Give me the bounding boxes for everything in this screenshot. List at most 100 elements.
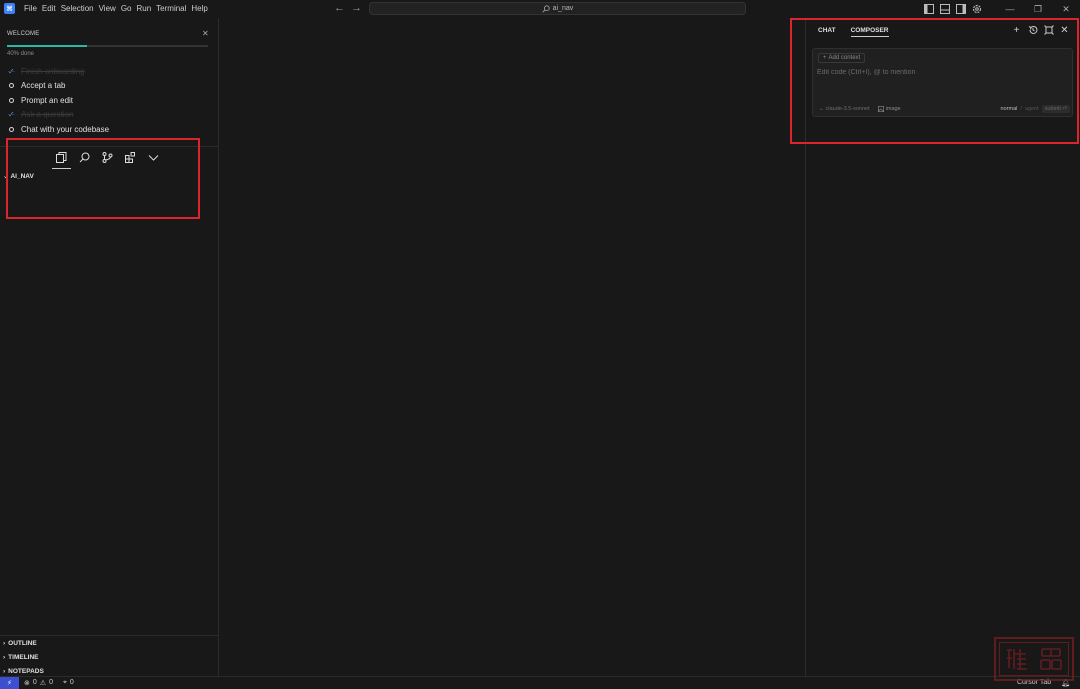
add-context-label: Add context xyxy=(828,55,861,61)
checklist-item-label: Ask a question xyxy=(21,110,74,120)
more-views-tab[interactable] xyxy=(147,151,160,164)
menu-edit[interactable]: Edit xyxy=(42,3,61,15)
explorer-folder-header[interactable]: ⌄ AI_NAV xyxy=(3,172,34,181)
menu-selection[interactable]: Selection xyxy=(61,3,99,15)
image-button[interactable]: image xyxy=(877,106,901,112)
section-label: OUTLINE xyxy=(8,639,37,647)
activity-bar xyxy=(52,151,160,169)
mode-normal[interactable]: normal xyxy=(1001,106,1018,112)
plus-icon: + xyxy=(823,55,827,61)
explorer-tab[interactable] xyxy=(52,151,71,169)
plus-icon[interactable]: + xyxy=(1011,24,1022,36)
checklist-item[interactable]: Accept a tab xyxy=(8,79,109,94)
explorer-sections: › OUTLINE › TIMELINE › NOTEPADS xyxy=(3,636,44,678)
close-window-icon[interactable]: ✕ xyxy=(1052,0,1080,18)
menu-run[interactable]: Run xyxy=(136,3,156,15)
image-icon xyxy=(877,106,884,112)
layout-controls xyxy=(924,4,982,14)
warning-icon: ⚠ xyxy=(39,679,47,687)
submit-button[interactable]: submit ⏎ xyxy=(1041,105,1070,113)
command-center[interactable]: ai_nav xyxy=(369,2,746,15)
progress-text: 40% done xyxy=(7,51,35,57)
image-label: image xyxy=(885,106,901,112)
checklist-item[interactable]: ✓ Finish onboarding xyxy=(8,64,109,79)
maximize-icon[interactable] xyxy=(1043,24,1054,36)
model-dropdown[interactable]: ⌄ claude-3.5-sonnet xyxy=(819,106,870,112)
gear-icon[interactable] xyxy=(972,4,982,14)
ports-count: 0 xyxy=(69,679,74,686)
warning-count: 0 xyxy=(49,679,53,686)
history-icon[interactable] xyxy=(1027,24,1038,36)
composer-input[interactable] xyxy=(817,69,1067,76)
section-outline[interactable]: › OUTLINE xyxy=(3,636,44,650)
close-icon[interactable]: ✕ xyxy=(1059,24,1070,36)
chevron-right-icon: › xyxy=(3,653,6,661)
composer-box: + Add context ⌄ claude-3.5-sonnet image … xyxy=(812,48,1073,117)
model-name: claude-3.5-sonnet xyxy=(825,106,870,112)
menu-file[interactable]: File xyxy=(24,3,42,15)
composer-footer: ⌄ claude-3.5-sonnet image normal / agent… xyxy=(819,105,1070,113)
circle-icon xyxy=(9,83,14,89)
section-label: NOTEPADS xyxy=(8,667,44,675)
check-icon: ✓ xyxy=(8,110,15,120)
remote-icon[interactable]: ⚡ xyxy=(0,676,19,689)
tab-chat[interactable]: CHAT xyxy=(818,27,836,37)
section-timeline[interactable]: › TIMELINE xyxy=(3,650,44,664)
app-logo-icon: ⌘ xyxy=(4,3,15,14)
ports-icon: ⌖ xyxy=(62,678,67,686)
search-icon xyxy=(79,152,90,163)
forward-arrow-icon[interactable]: → xyxy=(351,2,362,15)
checklist-item[interactable]: Chat with your codebase xyxy=(8,122,109,137)
checklist-item[interactable]: ✓ Ask a question xyxy=(8,108,109,123)
toggle-secondary-sidebar-icon[interactable] xyxy=(956,4,966,14)
checklist-item[interactable]: Prompt an edit xyxy=(8,93,109,108)
minimize-icon[interactable]: — xyxy=(996,0,1024,18)
close-icon[interactable]: ✕ xyxy=(202,29,209,38)
status-bar: ⚡ ⊗ 0 ⚠ 0 ⌖ 0 Cursor Tab 🔔︎ xyxy=(0,676,1080,689)
checklist-item-label: Chat with your codebase xyxy=(21,124,110,134)
command-center-label: ai_nav xyxy=(552,5,574,12)
menu-help[interactable]: Help xyxy=(191,3,212,15)
toggle-primary-sidebar-icon[interactable] xyxy=(924,4,934,14)
onboarding-progress xyxy=(7,45,208,47)
stamp-glyph xyxy=(1040,648,1062,670)
watermark-stamp-inner xyxy=(999,642,1069,676)
error-icon: ⊗ xyxy=(24,679,30,687)
extensions-icon xyxy=(125,152,135,163)
checklist-item-label: Finish onboarding xyxy=(21,66,85,76)
toggle-panel-icon[interactable] xyxy=(940,4,950,14)
title-right-controls: — ❐ ✕ xyxy=(924,0,1080,18)
folder-name: AI_NAV xyxy=(10,172,34,180)
extensions-tab[interactable] xyxy=(124,151,137,164)
composer-panel: CHAT COMPOSER + ✕ + Add context ⌄ claude… xyxy=(806,18,1080,676)
chevron-down-icon: ⌄ xyxy=(819,106,824,112)
divider xyxy=(0,146,219,147)
search-icon xyxy=(542,4,550,12)
welcome-title: WELCOME xyxy=(7,31,40,37)
chevron-right-icon: › xyxy=(3,639,6,647)
files-icon xyxy=(56,152,67,163)
watermark-stamp xyxy=(994,637,1074,681)
window-controls: — ❐ ✕ xyxy=(996,0,1080,18)
chevron-right-icon: › xyxy=(3,667,6,675)
menu-view[interactable]: View xyxy=(99,3,121,15)
chevron-down-icon: ⌄ xyxy=(3,173,9,180)
editor-area[interactable] xyxy=(220,18,805,676)
problems-status[interactable]: ⊗ 0 ⚠ 0 ⌖ 0 xyxy=(24,679,74,687)
error-count: 0 xyxy=(32,679,37,686)
search-tab[interactable] xyxy=(78,151,91,164)
source-control-tab[interactable] xyxy=(101,151,114,164)
restore-icon[interactable]: ❐ xyxy=(1024,0,1052,18)
section-label: TIMELINE xyxy=(8,653,39,661)
add-context-button[interactable]: + Add context xyxy=(818,53,866,63)
mode-agent[interactable]: agent xyxy=(1025,106,1039,112)
onboarding-checklist: ✓ Finish onboarding Accept a tab Prompt … xyxy=(8,64,109,137)
menu-terminal[interactable]: Terminal xyxy=(156,3,191,15)
mode-controls: normal / agent submit ⏎ xyxy=(1001,105,1070,113)
menu-go[interactable]: Go xyxy=(121,3,137,15)
stamp-glyph xyxy=(1007,649,1027,670)
back-arrow-icon[interactable]: ← xyxy=(334,2,345,15)
tab-composer[interactable]: COMPOSER xyxy=(850,27,889,37)
progress-fill xyxy=(7,45,88,47)
nav-arrows: ← → xyxy=(334,2,362,15)
